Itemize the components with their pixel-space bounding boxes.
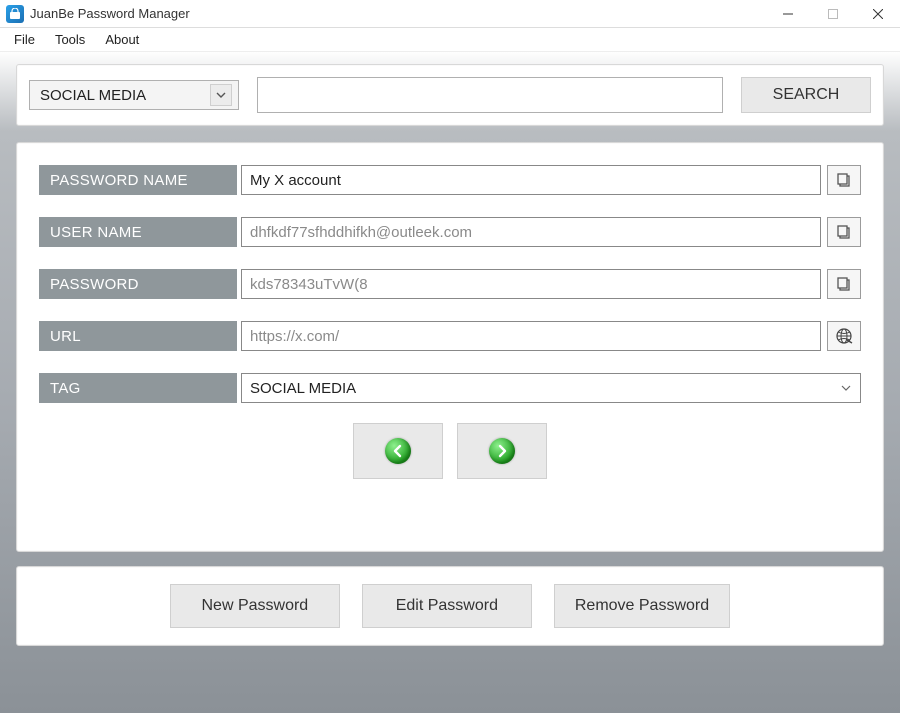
menu-tools[interactable]: Tools (45, 30, 95, 49)
tag-select[interactable]: SOCIAL MEDIA (241, 373, 861, 403)
actions-panel: New Password Edit Password Remove Passwo… (16, 566, 884, 646)
prev-record-button[interactable] (353, 423, 443, 479)
label-user-name: USER NAME (39, 217, 237, 247)
title-bar: JuanBe Password Manager (0, 0, 900, 28)
user-name-field[interactable]: dhfkdf77sfhddhifkh@outleek.com (241, 217, 821, 247)
row-password: PASSWORD kds78343uTvW(8 (39, 269, 861, 299)
remove-password-button[interactable]: Remove Password (554, 584, 730, 628)
row-tag: TAG SOCIAL MEDIA (39, 373, 861, 403)
copy-icon (836, 224, 852, 240)
menu-about[interactable]: About (95, 30, 149, 49)
chevron-down-icon (210, 84, 232, 106)
password-name-field[interactable]: My X account (241, 165, 821, 195)
search-panel: SOCIAL MEDIA SEARCH (16, 64, 884, 126)
category-select-value: SOCIAL MEDIA (40, 87, 146, 104)
window-close-button[interactable] (855, 0, 900, 28)
edit-password-label: Edit Password (396, 597, 498, 615)
arrow-left-icon (385, 438, 411, 464)
window-maximize-button[interactable] (810, 0, 855, 28)
new-password-button[interactable]: New Password (170, 584, 340, 628)
window-minimize-button[interactable] (765, 0, 810, 28)
nav-arrows (39, 423, 861, 479)
window-title: JuanBe Password Manager (30, 6, 190, 21)
label-tag: TAG (39, 373, 237, 403)
remove-password-label: Remove Password (575, 597, 709, 615)
chevron-down-icon (836, 378, 856, 398)
copy-user-name-button[interactable] (827, 217, 861, 247)
copy-password-button[interactable] (827, 269, 861, 299)
edit-password-button[interactable]: Edit Password (362, 584, 532, 628)
copy-icon (836, 172, 852, 188)
search-input[interactable] (257, 77, 723, 113)
copy-password-name-button[interactable] (827, 165, 861, 195)
row-url: URL https://x.com/ (39, 321, 861, 351)
label-password-name: PASSWORD NAME (39, 165, 237, 195)
password-field[interactable]: kds78343uTvW(8 (241, 269, 821, 299)
new-password-label: New Password (202, 597, 309, 615)
menu-file[interactable]: File (4, 30, 45, 49)
copy-icon (836, 276, 852, 292)
label-url: URL (39, 321, 237, 351)
detail-panel: PASSWORD NAME My X account USER NAME dhf… (16, 142, 884, 552)
row-password-name: PASSWORD NAME My X account (39, 165, 861, 195)
category-select[interactable]: SOCIAL MEDIA (29, 80, 239, 110)
open-url-button[interactable] (827, 321, 861, 351)
client-area: SOCIAL MEDIA SEARCH PASSWORD NAME My X a… (0, 52, 900, 713)
app-icon (6, 5, 24, 23)
arrow-right-icon (489, 438, 515, 464)
url-field[interactable]: https://x.com/ (241, 321, 821, 351)
search-button[interactable]: SEARCH (741, 77, 871, 113)
tag-select-value: SOCIAL MEDIA (250, 380, 356, 397)
next-record-button[interactable] (457, 423, 547, 479)
menu-bar: File Tools About (0, 28, 900, 52)
label-password: PASSWORD (39, 269, 237, 299)
globe-icon (835, 327, 853, 345)
search-button-label: SEARCH (773, 86, 840, 104)
row-user-name: USER NAME dhfkdf77sfhddhifkh@outleek.com (39, 217, 861, 247)
